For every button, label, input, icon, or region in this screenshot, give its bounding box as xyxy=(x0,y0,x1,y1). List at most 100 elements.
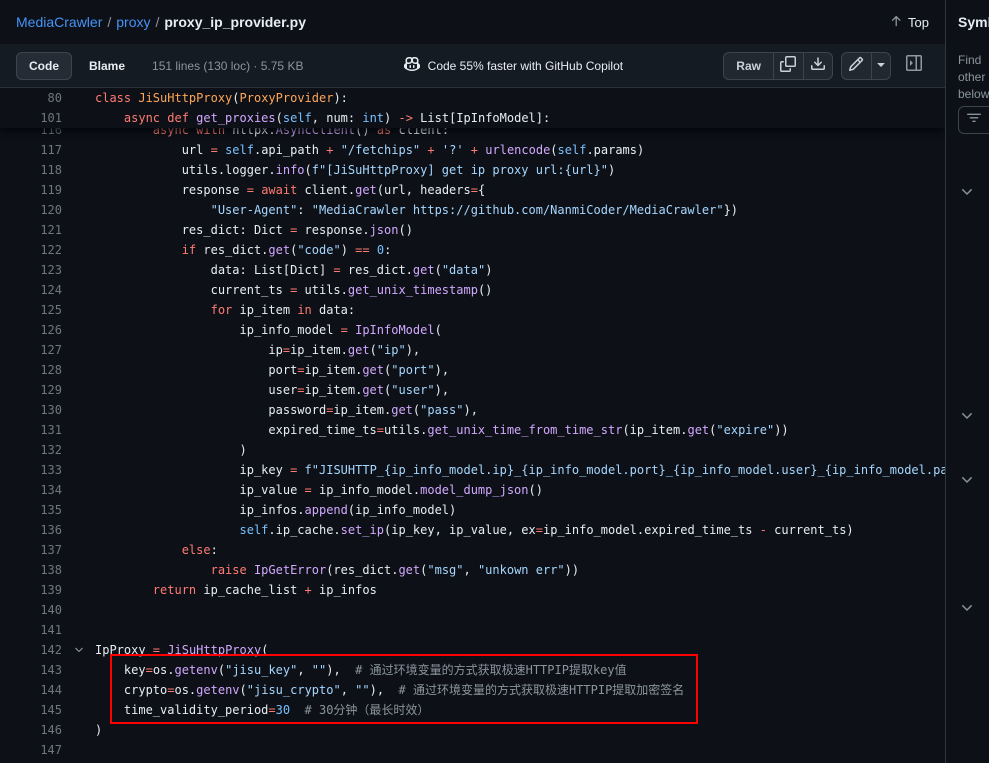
line-number[interactable]: 141 xyxy=(0,620,62,640)
line-number[interactable]: 80 xyxy=(0,88,62,108)
line-number[interactable]: 122 xyxy=(0,240,62,260)
fold-gutter xyxy=(62,180,95,200)
line-number[interactable]: 126 xyxy=(0,320,62,340)
fold-gutter xyxy=(62,360,95,380)
chevron-down-icon xyxy=(959,187,975,204)
line-number[interactable]: 128 xyxy=(0,360,62,380)
line-number[interactable]: 146 xyxy=(0,720,62,740)
line-number[interactable]: 121 xyxy=(0,220,62,240)
file-header: MediaCrawler/proxy/proxy_ip_provider.py … xyxy=(0,0,945,44)
fold-gutter xyxy=(62,400,95,420)
line-number[interactable]: 127 xyxy=(0,340,62,360)
breadcrumb-repo-link[interactable]: MediaCrawler xyxy=(16,14,102,30)
code-text: expired_time_ts=utils.get_unix_time_from… xyxy=(95,420,945,440)
symbols-tree-expander[interactable] xyxy=(959,408,975,424)
code-text: else: xyxy=(95,540,945,560)
code-line: 126 ip_info_model = IpInfoModel( xyxy=(0,320,945,340)
line-number[interactable]: 119 xyxy=(0,180,62,200)
line-number[interactable]: 101 xyxy=(0,108,62,128)
fold-gutter xyxy=(62,300,95,320)
fold-gutter xyxy=(62,280,95,300)
scroll-to-top-button[interactable]: Top xyxy=(889,14,929,31)
line-number[interactable]: 138 xyxy=(0,560,62,580)
code-text: url = self.api_path + "/fetchips" + '?' … xyxy=(95,140,945,160)
download-raw-button[interactable] xyxy=(803,52,833,80)
code-blame-switcher: Code Blame xyxy=(16,52,138,80)
symbols-tree-expander[interactable] xyxy=(959,184,975,200)
line-number[interactable]: 120 xyxy=(0,200,62,220)
fold-gutter xyxy=(62,620,95,640)
line-number[interactable]: 129 xyxy=(0,380,62,400)
code-text: user=ip_item.get("user"), xyxy=(95,380,945,400)
copilot-banner[interactable]: Code 55% faster with GitHub Copilot xyxy=(404,56,623,75)
line-number[interactable]: 135 xyxy=(0,500,62,520)
code-text: if res_dict.get("code") == 0: xyxy=(95,240,945,260)
line-number[interactable]: 133 xyxy=(0,460,62,480)
line-number[interactable]: 145 xyxy=(0,700,62,720)
line-number[interactable]: 147 xyxy=(0,740,62,760)
line-number[interactable]: 134 xyxy=(0,480,62,500)
code-text: ) xyxy=(95,720,945,740)
edit-file-button[interactable] xyxy=(841,52,871,80)
fold-gutter xyxy=(62,680,95,700)
fold-gutter xyxy=(62,720,95,740)
code-text: self.ip_cache.set_ip(ip_key, ip_value, e… xyxy=(95,520,945,540)
line-number[interactable]: 123 xyxy=(0,260,62,280)
symbols-hint-line: Find xyxy=(958,52,989,69)
line-number[interactable]: 137 xyxy=(0,540,62,560)
code-line: 122 if res_dict.get("code") == 0: xyxy=(0,240,945,260)
code-text: password=ip_item.get("pass"), xyxy=(95,400,945,420)
code-lines: 116 async with httpx.AsyncClient() as cl… xyxy=(0,88,945,760)
code-line: 121 res_dict: Dict = response.json() xyxy=(0,220,945,240)
line-number[interactable]: 142 xyxy=(0,640,62,660)
code-line: 134 ip_value = ip_info_model.model_dump_… xyxy=(0,480,945,500)
file-meta-info: 151 lines (130 loc) · 5.75 KB xyxy=(152,59,303,73)
sticky-lines: 80class JiSuHttpProxy(ProxyProvider):101… xyxy=(0,88,945,128)
copy-raw-button[interactable] xyxy=(773,52,803,80)
line-number[interactable]: 124 xyxy=(0,280,62,300)
code-line: 125 for ip_item in data: xyxy=(0,300,945,320)
line-number[interactable]: 131 xyxy=(0,420,62,440)
edit-dropdown-button[interactable] xyxy=(871,52,891,80)
breadcrumb: MediaCrawler/proxy/proxy_ip_provider.py xyxy=(16,14,306,30)
fold-gutter xyxy=(62,500,95,520)
fold-gutter xyxy=(62,380,95,400)
code-line: 140 xyxy=(0,600,945,620)
line-number[interactable]: 117 xyxy=(0,140,62,160)
symbols-panel-toggle-button[interactable] xyxy=(899,52,929,80)
code-line: 145 time_validity_period=30 # 30分钟（最长时效） xyxy=(0,700,945,720)
code-text: crypto=os.getenv("jisu_crypto", ""), # 通… xyxy=(95,680,945,700)
code-text: port=ip_item.get("port"), xyxy=(95,360,945,380)
fold-gutter xyxy=(62,740,95,760)
line-number[interactable]: 144 xyxy=(0,680,62,700)
line-number[interactable]: 118 xyxy=(0,160,62,180)
tab-code[interactable]: Code xyxy=(16,52,72,80)
symbols-tree-expander[interactable] xyxy=(959,472,975,488)
line-number[interactable]: 140 xyxy=(0,600,62,620)
breadcrumb-folder-link[interactable]: proxy xyxy=(116,14,150,30)
code-line: 137 else: xyxy=(0,540,945,560)
tab-blame[interactable]: Blame xyxy=(76,52,138,80)
code-line: 132 ) xyxy=(0,440,945,460)
line-number[interactable]: 125 xyxy=(0,300,62,320)
blob-toolbar: Code Blame 151 lines (130 loc) · 5.75 KB… xyxy=(0,44,945,88)
chevron-down-icon xyxy=(959,411,975,428)
code-text: ip_key = f"JISUHTTP_{ip_info_model.ip}_{… xyxy=(95,460,945,480)
symbols-panel-title: Symbols xyxy=(958,14,989,30)
code-line: 120 "User-Agent": "MediaCrawler https://… xyxy=(0,200,945,220)
code-text: data: List[Dict] = res_dict.get("data") xyxy=(95,260,945,280)
symbols-filter-input[interactable] xyxy=(958,106,989,134)
code-text: raise IpGetError(res_dict.get("msg", "un… xyxy=(95,560,945,580)
line-number[interactable]: 136 xyxy=(0,520,62,540)
line-number[interactable]: 139 xyxy=(0,580,62,600)
fold-chevron-icon[interactable] xyxy=(62,640,95,660)
raw-button[interactable]: Raw xyxy=(723,52,773,80)
fold-gutter xyxy=(62,560,95,580)
code-text: response = await client.get(url, headers… xyxy=(95,180,945,200)
line-number[interactable]: 132 xyxy=(0,440,62,460)
line-number[interactable]: 143 xyxy=(0,660,62,680)
line-number[interactable]: 130 xyxy=(0,400,62,420)
symbols-tree-expander[interactable] xyxy=(959,600,975,616)
fold-gutter xyxy=(62,600,95,620)
fold-gutter xyxy=(62,220,95,240)
